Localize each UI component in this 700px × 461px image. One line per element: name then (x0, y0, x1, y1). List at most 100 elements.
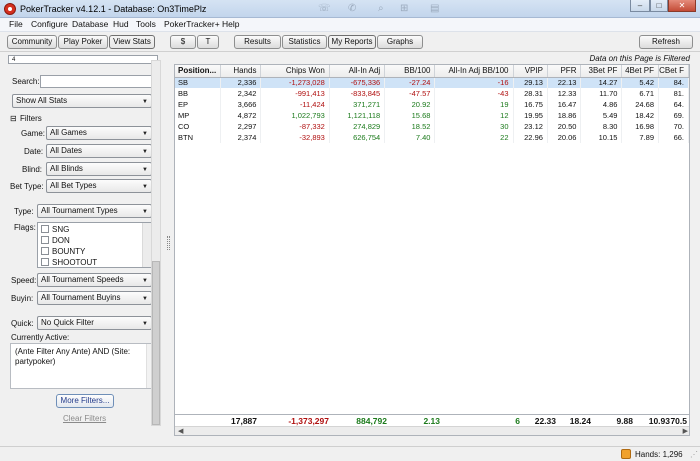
table-row[interactable]: BB 2,342 -991,413 -833,845 -47.57 -43 28.31 12.… (175, 88, 689, 99)
total-cell: 22.33 (534, 416, 556, 426)
refresh-button[interactable]: Refresh (639, 35, 693, 49)
column-header[interactable]: All-In Adj BB/100 (434, 65, 514, 78)
tab-my-reports[interactable]: My Reports (328, 35, 376, 49)
flag-sng[interactable]: SNG (41, 225, 69, 234)
column-header[interactable]: CBet F (658, 65, 689, 78)
tab-community[interactable]: Community (7, 35, 57, 49)
game-select[interactable]: All Games ▼ (46, 126, 152, 140)
table-row[interactable]: CO 2,297 -87,332 274,829 18.52 30 23.12 20.50 8.… (175, 121, 689, 132)
table-cell: 29.13 (513, 77, 548, 88)
table-row[interactable]: BTN 2,374 -32,893 626,754 7.40 22 22.96 20.06 10… (175, 132, 689, 143)
flags-scrollbar[interactable] (142, 223, 151, 267)
speed-label: Speed: (11, 276, 37, 285)
more-filters-button[interactable]: More Filters... (56, 394, 114, 408)
column-header[interactable]: Chips Won (260, 65, 330, 78)
quick-filter-select[interactable]: No Quick Filter ▼ (37, 316, 152, 330)
sidebar-scroll-thumb[interactable] (152, 261, 160, 425)
column-header[interactable]: 3Bet PF (580, 65, 623, 78)
tab-play-poker[interactable]: Play Poker (58, 35, 108, 49)
maximize-button[interactable]: □ (650, 0, 668, 12)
flag-bounty[interactable]: BOUNTY (41, 247, 85, 256)
resize-grip-icon[interactable]: ⋰ (690, 450, 698, 459)
report-selector-input[interactable]: 4 (8, 55, 158, 64)
document-icon: ▤ (430, 3, 440, 14)
total-cell: 70.5 (670, 416, 687, 426)
hands-count: Hands: 1,296 (635, 450, 683, 459)
stats-select[interactable]: Show All Stats ▼ (12, 94, 152, 108)
position-cell: BTN (175, 132, 222, 143)
table-cell: -87,332 (260, 121, 330, 132)
column-header[interactable]: Position... (175, 65, 222, 78)
table-row[interactable]: EP 3,666 -11,424 371,271 20.92 19 16.75 16.47 4.… (175, 99, 689, 110)
menu-hud[interactable]: Hud (113, 19, 129, 29)
menu-database[interactable]: Database (72, 19, 108, 29)
table-cell: 81. (658, 88, 689, 99)
column-header[interactable]: Hands (220, 65, 262, 78)
flag-don[interactable]: DON (41, 236, 70, 245)
table-cell: 4,872 (220, 110, 262, 121)
menu-pokertracker-plus[interactable]: PokerTracker+ (164, 19, 220, 29)
column-header[interactable]: BB/100 (384, 65, 436, 78)
minimize-button[interactable]: – (630, 0, 650, 12)
checkbox[interactable] (41, 247, 49, 255)
date-select[interactable]: All Dates ▼ (46, 144, 152, 158)
table-cell: 23.12 (513, 121, 548, 132)
tab-graphs[interactable]: Graphs (377, 35, 423, 49)
report-table: Position... Hands Chips Won All-In Adj BB/10… (175, 65, 689, 143)
column-header[interactable]: PFR (547, 65, 582, 78)
filtered-notice: Data on this Page is Filtered (589, 54, 691, 63)
buyin-select[interactable]: All Tournament Buyins ▼ (37, 291, 152, 305)
filters-collapse-icon[interactable]: ⊟ (10, 114, 17, 123)
total-cell: 6 (515, 416, 520, 426)
panel-splitter-handle[interactable] (167, 236, 170, 250)
checkbox[interactable] (41, 236, 49, 244)
filter-sidebar: 4 Search: Show All Stats ▼ ⊟ Filters Game… (6, 52, 168, 428)
flag-shootout[interactable]: SHOOTOUT (41, 258, 97, 267)
table-row[interactable]: SB 2,336 -1,273,028 -675,336 -27.24 -16 29.13 2… (175, 77, 689, 88)
sidebar-scrollbar[interactable] (151, 60, 161, 426)
flags-label: Flags: (14, 223, 36, 232)
blind-select[interactable]: All Blinds ▼ (46, 162, 152, 176)
checkbox[interactable] (41, 225, 49, 233)
tab-results[interactable]: Results (234, 35, 281, 49)
chevron-down-icon: ▼ (142, 131, 148, 137)
report-grid: Position... Hands Chips Won All-In Adj BB/10… (174, 64, 690, 436)
tab-statistics[interactable]: Statistics (282, 35, 327, 49)
stats-select-value: Show All Stats (16, 96, 68, 105)
currency-t-button[interactable]: T (197, 35, 219, 49)
menu-file[interactable]: File (9, 19, 23, 29)
speed-select-value: All Tournament Speeds (41, 275, 124, 284)
currency-dollar-button[interactable]: $ (170, 35, 196, 49)
tournament-type-select[interactable]: All Tournament Types ▼ (37, 204, 152, 218)
scroll-left-icon[interactable]: ◀ (178, 427, 183, 435)
table-cell: 70. (658, 121, 689, 132)
column-header[interactable]: 4Bet PF (621, 65, 660, 78)
column-header[interactable]: VPIP (513, 65, 548, 78)
currently-active-text: (Ante Filter Any Ante) AND (Site: partyp… (15, 347, 131, 366)
close-button[interactable]: ✕ (668, 0, 696, 12)
menu-help[interactable]: Help (222, 19, 239, 29)
speed-select[interactable]: All Tournament Speeds ▼ (37, 273, 152, 287)
chevron-down-icon: ▼ (142, 167, 148, 173)
chevron-down-icon: ▼ (142, 184, 148, 190)
horizontal-scrollbar[interactable]: ◀ ▶ (175, 426, 689, 435)
table-row[interactable]: MP 4,872 1,022,793 1,121,118 15.68 12 19.95 18.… (175, 110, 689, 121)
blind-label: Blind: (22, 165, 43, 174)
clear-filters-link[interactable]: Clear Filters (63, 414, 106, 423)
column-header[interactable]: All-In Adj (329, 65, 386, 78)
totals-row: 17,887 -1,373,297 884,792 2.13 6 22.33 18.24 9.… (175, 414, 689, 426)
scroll-right-icon[interactable]: ▶ (683, 427, 688, 435)
menu-configure[interactable]: Configure (31, 19, 68, 29)
bet-type-select[interactable]: All Bet Types ▼ (46, 179, 152, 193)
table-cell: 18.42 (621, 110, 660, 121)
total-cell: 9.88 (616, 416, 633, 426)
table-cell: 8.30 (580, 121, 623, 132)
position-cell: MP (175, 110, 222, 121)
tab-view-stats[interactable]: View Stats (109, 35, 155, 49)
position-cell: EP (175, 99, 222, 110)
table-cell: 6.71 (621, 88, 660, 99)
menu-tools[interactable]: Tools (136, 19, 156, 29)
checkbox[interactable] (41, 258, 49, 266)
search-input[interactable] (40, 75, 152, 88)
app-window: PokerTracker v4.12.1 - Database: On3Time… (0, 0, 700, 461)
